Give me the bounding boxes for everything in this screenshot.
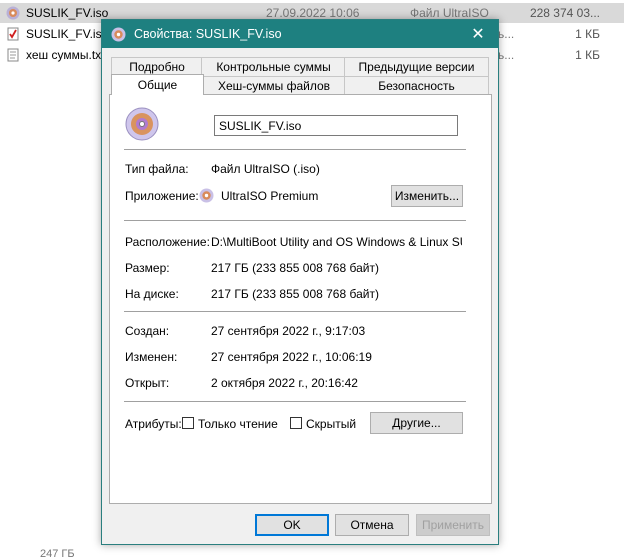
cancel-button[interactable]: Отмена (335, 514, 409, 536)
file-type-label: Тип файла: (125, 162, 189, 176)
location-label: Расположение: (125, 235, 210, 249)
tab-previous-versions[interactable]: Предыдущие версии (344, 57, 489, 76)
separator (124, 311, 466, 312)
file-name: SUSLIK_FV.iso (26, 6, 109, 20)
file-type-fragment: ь... (498, 48, 515, 62)
tab-general[interactable]: Общие (111, 74, 204, 95)
opened-label: Открыт: (125, 376, 170, 390)
close-icon: ✕ (471, 26, 485, 43)
ok-button[interactable]: OK (255, 514, 329, 536)
close-button[interactable]: ✕ (458, 20, 498, 48)
change-button[interactable]: Изменить... (391, 185, 463, 207)
separator (124, 149, 466, 150)
properties-dialog: Свойства: SUSLIK_FV.iso ✕ Подробно Контр… (101, 19, 499, 545)
app-label: Приложение: (125, 189, 199, 203)
readonly-checkbox[interactable] (182, 417, 194, 429)
tab-file-hashes[interactable]: Хеш-суммы файлов (202, 76, 346, 95)
tab-checksums[interactable]: Контрольные суммы (201, 57, 346, 76)
attributes-label: Атрибуты: (125, 417, 182, 431)
separator (124, 220, 466, 221)
text-file-icon (7, 48, 19, 62)
size-value: 217 ГБ (233 855 008 768 байт) (211, 261, 379, 275)
disk-size-value: 217 ГБ (233 855 008 768 байт) (211, 287, 379, 301)
created-label: Создан: (125, 324, 170, 338)
file-date: 27.09.2022 10:06 (266, 6, 360, 20)
file-size: 1 КБ (575, 48, 600, 62)
opened-value: 2 октября 2022 г., 20:16:42 (211, 376, 358, 390)
dialog-title: Свойства: SUSLIK_FV.iso (134, 27, 282, 41)
other-attributes-button[interactable]: Другие... (370, 412, 463, 434)
separator (124, 401, 466, 402)
created-value: 27 сентября 2022 г., 9:17:03 (211, 324, 366, 338)
file-name: SUSLIK_FV.iso. (26, 27, 112, 41)
file-name: хеш суммы.tx (26, 48, 102, 62)
disc-icon (111, 27, 126, 42)
checked-file-icon (7, 27, 19, 41)
apply-button[interactable]: Применить (416, 514, 490, 536)
disc-icon (125, 107, 159, 141)
disc-icon (6, 6, 20, 20)
tab-security[interactable]: Безопасность (344, 76, 489, 95)
file-size: 1 КБ (575, 27, 600, 41)
app-value: UltraISO Premium (221, 189, 319, 203)
disk-size-label: На диске: (125, 287, 179, 301)
hidden-checkbox[interactable] (290, 417, 302, 429)
title-bar[interactable]: Свойства: SUSLIK_FV.iso ✕ (102, 20, 498, 48)
disc-icon (199, 188, 214, 203)
location-value: D:\MultiBoot Utility and OS Windows & Li… (211, 235, 462, 249)
explorer-status: 247 ГБ (40, 548, 75, 560)
size-label: Размер: (125, 261, 170, 275)
general-tab-panel: SUSLIK_FV.iso Тип файла: Файл UltraISO (… (109, 94, 492, 504)
file-name-field[interactable]: SUSLIK_FV.iso (214, 115, 458, 136)
hidden-label: Скрытый (306, 417, 357, 431)
modified-value: 27 сентября 2022 г., 10:06:19 (211, 350, 372, 364)
readonly-label: Только чтение (198, 417, 278, 431)
file-type: Файл UltraISO (410, 6, 489, 20)
file-type-fragment: ь... (498, 27, 515, 41)
file-type-value: Файл UltraISO (.iso) (211, 162, 320, 176)
file-size: 228 374 03... (529, 6, 600, 20)
modified-label: Изменен: (125, 350, 178, 364)
